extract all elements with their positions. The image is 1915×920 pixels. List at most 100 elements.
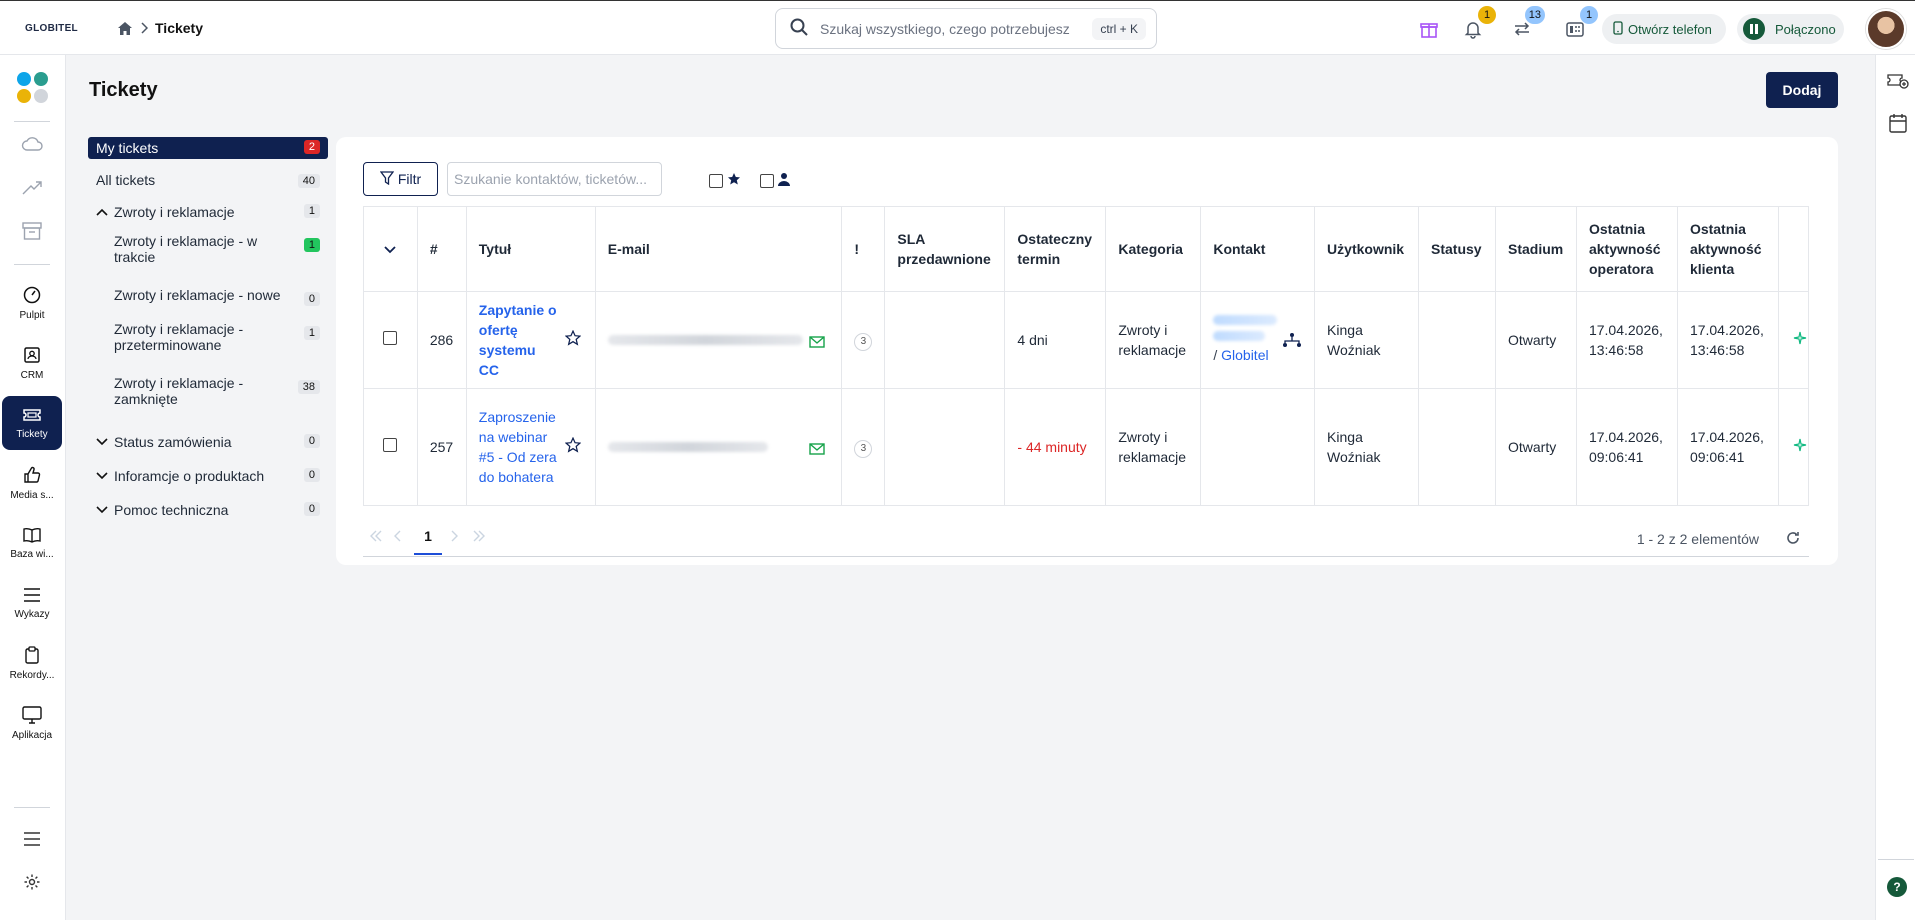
- category-pomoc-techniczna[interactable]: Pomoc techniczna 0: [88, 493, 328, 527]
- category-count: 0: [303, 292, 320, 306]
- category-zwroty-przeterminowane[interactable]: Zwroty i reklamacje - przeterminowane 1: [88, 317, 328, 371]
- contact-name-redacted[interactable]: [1213, 331, 1266, 341]
- cloud-icon[interactable]: [21, 135, 43, 156]
- column-header-sla[interactable]: SLA przedawnione: [884, 206, 1006, 292]
- column-header-client-activity[interactable]: Ostatnia aktywność klienta: [1676, 206, 1779, 292]
- column-header-stage[interactable]: Stadium: [1494, 206, 1577, 292]
- hierarchy-icon[interactable]: [1282, 332, 1302, 353]
- open-phone-button[interactable]: Otwórz telefon: [1602, 14, 1726, 44]
- contact-company-link[interactable]: Globitel: [1221, 347, 1268, 363]
- menu-icon[interactable]: [23, 831, 41, 850]
- globitel-logo[interactable]: GLOBITEL: [25, 23, 78, 34]
- add-ticket-button[interactable]: Dodaj: [1766, 72, 1838, 108]
- home-icon[interactable]: [117, 21, 133, 36]
- help-icon[interactable]: ?: [1887, 877, 1907, 897]
- bell-icon[interactable]: 1: [1460, 6, 1496, 42]
- chevron-up-icon[interactable]: [96, 208, 110, 216]
- contact-name-redacted[interactable]: [1213, 315, 1278, 325]
- chevron-down-icon[interactable]: [384, 241, 397, 257]
- favorites-checkbox[interactable]: [709, 173, 723, 188]
- my-tickets-filter[interactable]: [760, 172, 790, 189]
- trend-arrow-icon[interactable]: [21, 180, 43, 199]
- chevron-down-icon[interactable]: [96, 472, 110, 480]
- nav-item-application[interactable]: Aplikacja: [2, 696, 62, 750]
- column-header-title[interactable]: Tytuł: [465, 206, 596, 292]
- sparkle-icon[interactable]: [1793, 438, 1807, 455]
- star-outline-icon[interactable]: [564, 329, 582, 351]
- ticket-title-link[interactable]: Zaproszenie na webinar #5 - Od zera do b…: [479, 407, 559, 487]
- user-avatar[interactable]: [1866, 9, 1906, 49]
- column-header-id[interactable]: #: [416, 206, 467, 292]
- stage-value: Otwarty: [1494, 291, 1577, 389]
- envelope-icon[interactable]: [809, 440, 826, 460]
- current-page[interactable]: 1: [414, 525, 442, 555]
- client-activity-value: 17.04.2026, 09:06:41: [1676, 388, 1779, 506]
- add-ticket-icon[interactable]: [1887, 72, 1909, 93]
- column-header-contact[interactable]: Kontakt: [1200, 206, 1316, 292]
- pagination-info: 1 - 2 z 2 elementów: [1636, 531, 1759, 547]
- column-header-priority[interactable]: !: [841, 206, 886, 292]
- global-search[interactable]: Szukaj wszystkiego, czego potrzebujesz c…: [775, 8, 1157, 49]
- category-all-tickets[interactable]: All tickets 40: [88, 165, 328, 195]
- chevron-down-icon[interactable]: [96, 438, 110, 446]
- category-label: My tickets: [96, 140, 159, 156]
- select-all-toggle[interactable]: [363, 206, 418, 292]
- envelope-icon[interactable]: [809, 333, 826, 353]
- connection-status-label: Połączono: [1775, 21, 1836, 37]
- category-status-zamowienia[interactable]: Status zamówienia 0: [88, 425, 328, 459]
- refresh-icon[interactable]: [1785, 530, 1801, 549]
- global-search-input[interactable]: Szukaj wszystkiego, czego potrzebujesz: [820, 21, 1070, 37]
- operator-activity-value: 17.04.2026, 13:46:58: [1575, 291, 1678, 389]
- nav-item-lists[interactable]: Wykazy: [2, 576, 62, 630]
- connection-status-button[interactable]: Połączono: [1737, 14, 1844, 44]
- nav-item-knowledge-base[interactable]: Baza wi...: [2, 516, 62, 570]
- filter-button[interactable]: Filtr: [363, 162, 438, 196]
- calendar-icon[interactable]: [1889, 113, 1907, 136]
- ticket-title-link[interactable]: Zapytanie o ofertę systemu CC: [479, 300, 559, 380]
- nav-item-media[interactable]: Media s...: [2, 456, 62, 510]
- priority-badge: 3: [854, 333, 873, 351]
- next-page-icon[interactable]: [451, 529, 459, 545]
- transfers-badge: 13: [1524, 6, 1545, 24]
- last-page-icon[interactable]: [472, 529, 486, 545]
- filter-label: Filtr: [397, 171, 422, 187]
- row-checkbox[interactable]: [383, 438, 398, 452]
- transfer-icon[interactable]: 13: [1509, 6, 1545, 42]
- nav-separator: [14, 121, 50, 122]
- right-side-bar: ?: [1875, 55, 1915, 920]
- column-header-deadline[interactable]: Ostateczny termin: [1004, 206, 1107, 292]
- ticket-search-input[interactable]: Szukanie kontaktów, ticketów...: [447, 162, 662, 196]
- category-my-tickets[interactable]: My tickets 2: [88, 137, 328, 159]
- star-outline-icon[interactable]: [564, 436, 582, 458]
- table-row[interactable]: 286 Zapytanie o ofertę systemu CC 3 4 dn…: [363, 291, 1810, 389]
- category-zwroty-zamkniete[interactable]: Zwroty i reklamacje - zamknięte 38: [88, 371, 328, 425]
- category-label: Inforamcje o produktach: [114, 468, 265, 484]
- column-header-operator-activity[interactable]: Ostatnia aktywność operatora: [1575, 206, 1678, 292]
- nav-item-pulpit[interactable]: Pulpit: [2, 276, 62, 330]
- nav-item-tickety[interactable]: Tickety: [2, 396, 62, 450]
- archive-icon[interactable]: [22, 222, 42, 243]
- row-checkbox[interactable]: [383, 331, 398, 345]
- favorites-filter[interactable]: [709, 172, 741, 189]
- category-zwroty-w-trakcie[interactable]: Zwroty i reklamacje - w trakcie 1: [88, 229, 328, 283]
- first-page-icon[interactable]: [369, 529, 383, 545]
- left-navigation: Pulpit CRM Tickety Media s... Baza wi...…: [0, 55, 66, 920]
- column-header-user[interactable]: Użytkownik: [1314, 206, 1420, 292]
- desk-phone-icon[interactable]: 1: [1562, 6, 1598, 42]
- category-zwroty-nowe[interactable]: Zwroty i reklamacje - nowe 0: [88, 283, 328, 317]
- column-header-statuses[interactable]: Statusy: [1418, 206, 1496, 292]
- category-zwroty[interactable]: Zwroty i reklamacje 1: [88, 195, 328, 229]
- column-header-category[interactable]: Kategoria: [1105, 206, 1202, 292]
- chevron-down-icon[interactable]: [96, 506, 110, 514]
- nav-item-crm[interactable]: CRM: [2, 336, 62, 390]
- gift-icon[interactable]: [1416, 16, 1442, 42]
- apps-grid-icon[interactable]: [17, 72, 49, 104]
- table-row[interactable]: 257 Zaproszenie na webinar #5 - Od zera …: [363, 388, 1810, 506]
- settings-gear-icon[interactable]: [23, 873, 41, 894]
- category-informacje-o-produktach[interactable]: Inforamcje o produktach 0: [88, 459, 328, 493]
- sparkle-icon[interactable]: [1793, 331, 1807, 348]
- column-header-email[interactable]: E-mail: [594, 206, 843, 292]
- prev-page-icon[interactable]: [393, 529, 401, 545]
- my-tickets-checkbox[interactable]: [760, 173, 774, 188]
- nav-item-records[interactable]: Rekordy...: [2, 636, 62, 690]
